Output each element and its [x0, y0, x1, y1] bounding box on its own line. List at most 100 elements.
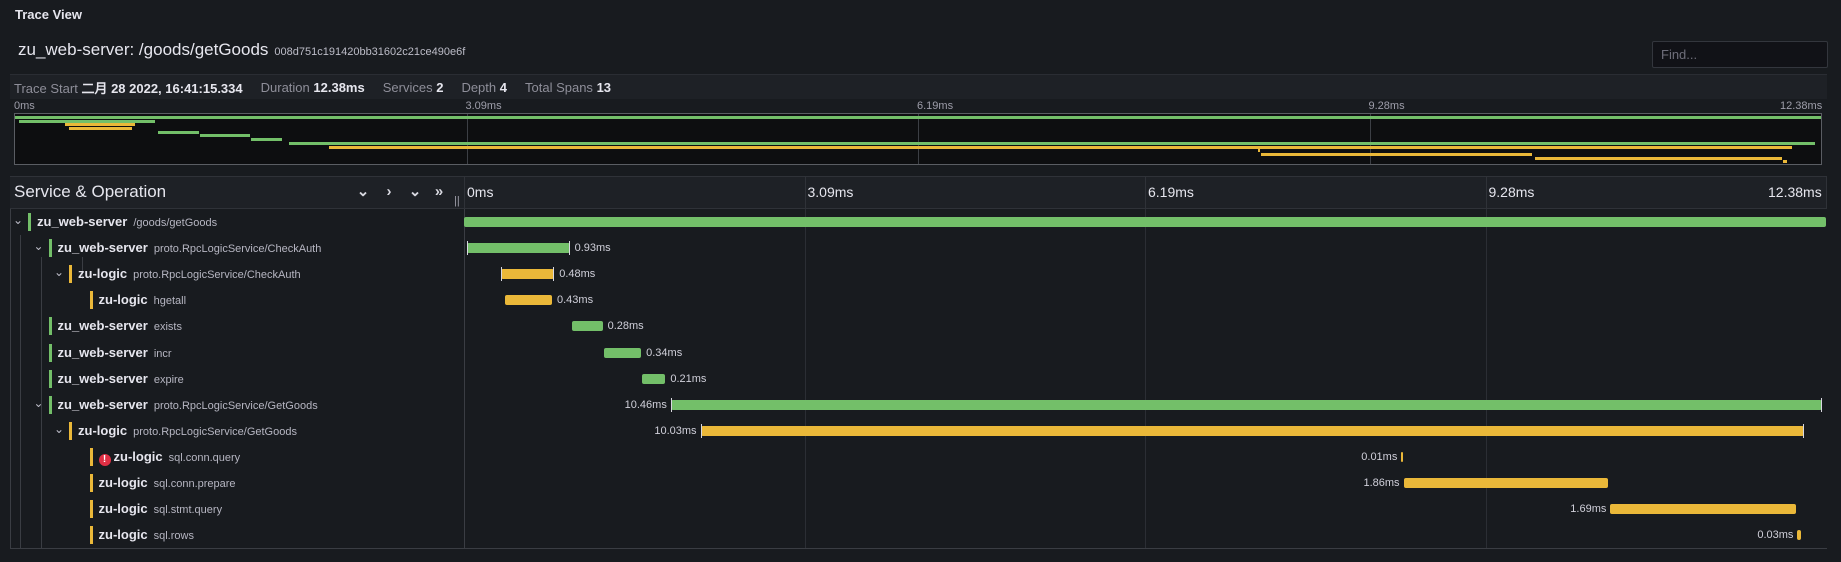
span-service-name[interactable]: ! zu-logic sql.conn.query	[98, 449, 241, 466]
operation-label: sql.rows	[153, 530, 194, 543]
span-boundary-tick	[501, 267, 503, 282]
span-duration-bar[interactable]	[670, 397, 1822, 412]
span-duration-bar[interactable]	[571, 321, 603, 332]
span-tree: ⌄ zu_web-server/goods/getGoods ⌄ zu_web-ser…	[10, 209, 1827, 549]
minimap-span	[1783, 160, 1788, 164]
span-service-name[interactable]: zu_web-server proto.RpcLogicService/Check…	[58, 240, 322, 255]
service-label: zu_web-server	[57, 240, 148, 256]
span-service-name[interactable]: zu_web-server/goods/getGoods	[37, 214, 217, 229]
span-duration-label: 0.34ms	[646, 346, 683, 359]
timeline-tick-line	[804, 177, 806, 209]
span-service-name[interactable]: zu-logic sql.rows	[99, 527, 194, 542]
total-spans-value: 13	[596, 79, 612, 95]
span-service-name[interactable]: zu_web-server incr	[58, 345, 172, 360]
service-color-bar	[48, 395, 52, 414]
timeline-tick-label: 3.09ms	[807, 184, 854, 200]
span-row[interactable]: zu_web-server expire 0.21ms	[10, 366, 1827, 392]
minimap-span	[1535, 156, 1782, 160]
expand-all-button[interactable]: »	[430, 183, 448, 201]
operation-label: sql.stmt.query	[153, 504, 223, 517]
span-row[interactable]: zu_web-server incr 0.34ms	[10, 340, 1827, 366]
operation-label: proto.RpcLogicService/CheckAuth	[133, 269, 301, 282]
span-duration-bar[interactable]	[700, 423, 1804, 438]
span-service-name[interactable]: zu_web-server expire	[58, 371, 184, 386]
service-color-bar	[89, 526, 93, 545]
service-color-bar	[89, 474, 93, 492]
span-duration-bar[interactable]	[642, 373, 666, 384]
expand-chevron-icon[interactable]: ⌄	[54, 265, 64, 279]
collapse-one-level-button[interactable]: ⌄	[354, 183, 372, 201]
collapse-all-button[interactable]: ⌄	[406, 183, 424, 201]
minimap-tick-label: 0ms	[14, 100, 35, 112]
span-duration-bar[interactable]	[467, 241, 570, 256]
span-row[interactable]: zu-logic sql.stmt.query 1.69ms	[10, 496, 1827, 522]
duration-value: 12.38ms	[313, 79, 365, 95]
span-row[interactable]: ⌄ zu-logic proto.RpcLogicService/CheckAuth…	[10, 261, 1827, 287]
span-duration-bar[interactable]	[501, 267, 555, 282]
column-resize-handle[interactable]: ||	[454, 195, 460, 207]
span-service-name[interactable]: zu-logic sql.stmt.query	[99, 501, 223, 516]
service-label: zu-logic	[98, 475, 148, 490]
span-boundary-tick	[1820, 397, 1822, 412]
span-row[interactable]: zu-logic hgetall 0.43ms	[10, 287, 1827, 313]
span-duration-bar[interactable]	[1610, 504, 1797, 515]
span-duration-bar[interactable]	[1797, 530, 1801, 541]
span-row[interactable]: ⌄ zu-logic proto.RpcLogicService/GetGoods 1…	[10, 418, 1827, 444]
service-color-bar	[48, 343, 52, 362]
minimap-span	[19, 119, 156, 123]
minimap-span	[15, 116, 1821, 119]
span-service-name[interactable]: zu_web-server proto.RpcLogicService/GetGo…	[58, 397, 318, 412]
minimap-span	[328, 145, 1792, 149]
span-row[interactable]: ⌄ zu_web-server proto.RpcLogicService/GetG…	[10, 392, 1827, 418]
trace-id: 008d751c191420bb31602c21ce490e6f	[274, 46, 466, 58]
service-label: zu-logic	[98, 292, 148, 308]
span-row[interactable]: zu_web-server exists 0.28ms	[10, 313, 1827, 339]
expand-one-level-button[interactable]: ›	[380, 183, 398, 201]
span-duration-bar[interactable]	[464, 217, 1826, 227]
service-label: zu-logic	[78, 422, 128, 438]
service-color-bar	[48, 317, 52, 336]
span-row[interactable]: ! zu-logic sql.conn.query 0.01ms	[10, 444, 1827, 470]
span-service-name[interactable]: zu_web-server exists	[58, 318, 182, 333]
span-boundary-tick	[467, 241, 469, 256]
span-duration-bar[interactable]	[1401, 451, 1404, 462]
span-duration-bar[interactable]	[504, 295, 552, 306]
span-duration-bar[interactable]	[603, 347, 642, 358]
span-duration-bar[interactable]	[1403, 478, 1609, 488]
trace-start-value: 二月 28 2022, 16:41:15.334	[81, 80, 243, 96]
expand-chevron-icon[interactable]: ⌄	[34, 396, 44, 410]
expand-chevron-icon[interactable]: ⌄	[54, 422, 64, 436]
expand-chevron-icon[interactable]: ⌄	[34, 239, 44, 253]
operation-label: proto.RpcLogicService/CheckAuth	[153, 243, 322, 256]
span-boundary-tick	[670, 397, 672, 412]
minimap-span	[251, 138, 282, 142]
span-service-name[interactable]: zu-logic sql.conn.prepare	[99, 475, 236, 490]
minimap-tick-label: 12.38ms	[1780, 100, 1823, 112]
service-label: zu_web-server	[57, 370, 148, 386]
minimap-span	[200, 134, 250, 138]
span-row[interactable]: ⌄ zu_web-server proto.RpcLogicService/Chec…	[10, 235, 1827, 261]
minimap-tick-label: 6.19ms	[917, 100, 954, 112]
span-row[interactable]: zu-logic sql.rows 0.03ms	[10, 522, 1827, 548]
expand-chevron-icon[interactable]: ⌄	[13, 213, 23, 227]
span-boundary-tick	[553, 267, 555, 282]
timeline-tick-line	[1826, 177, 1827, 209]
trace-name: zu_web-server: /goods/getGoods	[18, 40, 269, 59]
trace-minimap[interactable]	[14, 113, 1822, 165]
minimap-span	[1257, 149, 1260, 153]
span-service-name[interactable]: zu-logic proto.RpcLogicService/CheckAuth	[78, 266, 301, 281]
span-row[interactable]: zu-logic sql.conn.prepare 1.86ms	[10, 470, 1827, 496]
span-duration-label: 10.03ms	[654, 424, 697, 437]
span-row[interactable]: ⌄ zu_web-server/goods/getGoods	[10, 209, 1827, 235]
find-input[interactable]	[1652, 41, 1828, 68]
service-label: zu_web-server	[57, 344, 148, 360]
span-service-name[interactable]: zu-logic proto.RpcLogicService/GetGoods	[78, 423, 297, 438]
operation-label: sql.conn.query	[168, 451, 241, 464]
service-label: zu_web-server	[37, 214, 128, 229]
services-label: Services	[382, 79, 433, 95]
service-color-bar	[89, 447, 93, 466]
operation-label: /goods/getGoods	[133, 217, 218, 229]
span-service-name[interactable]: zu-logic hgetall	[99, 292, 187, 307]
span-duration-label: 1.69ms	[1570, 503, 1607, 516]
span-duration-label: 0.03ms	[1757, 529, 1794, 542]
